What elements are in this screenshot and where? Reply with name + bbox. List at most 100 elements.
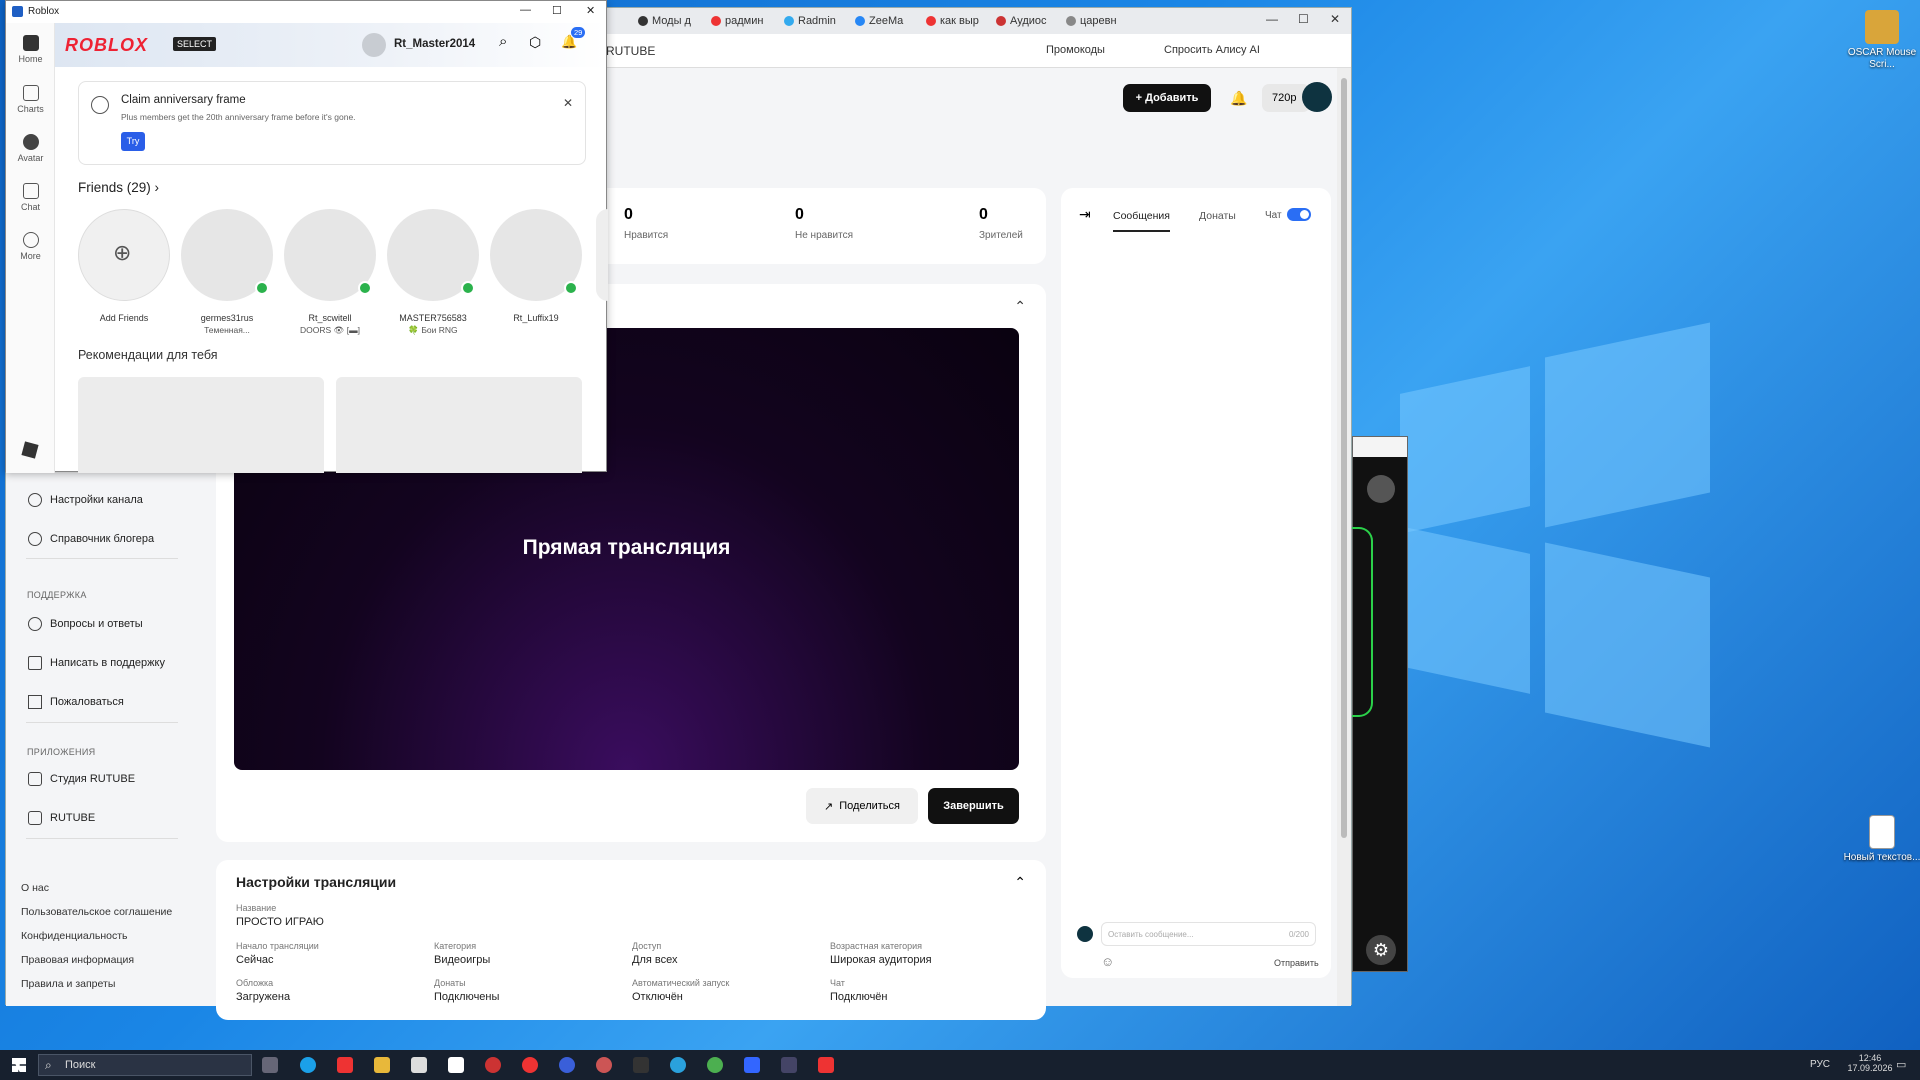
app-icon[interactable] [485,1057,501,1073]
minimize-icon[interactable]: — [520,4,531,16]
tab-donations[interactable]: Донаты [1199,210,1236,222]
maximize-icon[interactable]: ☐ [1298,12,1309,26]
url-text[interactable]: RUTUBE [606,44,655,58]
sidebar-item-channel-settings[interactable]: Настройки канала [28,493,143,507]
widget-green-bar [1351,527,1373,717]
nav-home[interactable]: Home [6,35,55,64]
avatar[interactable] [1302,82,1332,112]
friend-item[interactable]: germes31rus Теменная... [181,209,273,335]
browser-tab[interactable]: как выр [926,12,988,30]
app-icon[interactable] [781,1057,797,1073]
sidebar-item-studio[interactable]: Студия RUTUBE [28,772,135,786]
tab-messages[interactable]: Сообщения [1113,210,1170,232]
recommendation-tile[interactable] [336,377,582,473]
footer-link-rules[interactable]: Правила и запреты [21,978,115,990]
yandex-icon[interactable] [818,1057,834,1073]
desktop-icon-text-file[interactable]: Новый текстов... [1842,815,1920,864]
epic-games-icon[interactable] [633,1057,649,1073]
promo-button[interactable]: Промокоды [1046,44,1105,56]
widget-app-icon[interactable] [1367,475,1395,503]
close-icon[interactable]: ✕ [1330,12,1340,26]
language-indicator[interactable]: РУС [1810,1059,1830,1070]
gear-icon[interactable]: ⚙ [1366,935,1396,965]
collapse-chevron-icon[interactable]: ⌃ [1014,298,1026,315]
start-icon[interactable] [12,1058,26,1072]
chat-toggle[interactable] [1287,208,1311,221]
friends-title[interactable]: Friends (29) › [78,180,159,195]
emoji-icon[interactable]: ☺ [1101,954,1114,969]
finish-button[interactable]: Завершить [928,788,1019,824]
browser-tab[interactable]: радмин [711,12,773,30]
oscar-app-icon [1865,10,1899,44]
bell-icon[interactable]: 🔔 [1230,90,1247,107]
recommendation-tile[interactable] [78,377,324,473]
search-icon: ⌕ [45,1058,52,1072]
footer-link-legal[interactable]: Правовая информация [21,954,134,966]
try-button[interactable]: Try [121,132,145,151]
share-button[interactable]: ↗ Поделиться [806,788,918,824]
ask-alice-button[interactable]: Спросить Алису AI [1164,44,1260,56]
edge-icon[interactable] [300,1057,316,1073]
roblox-taskbar-icon[interactable] [744,1057,760,1073]
footer-link-terms[interactable]: Пользовательское соглашение [21,906,172,918]
friend-add[interactable]: ⊕ Add Friends [78,209,170,323]
footer-link-privacy[interactable]: Конфиденциальность [21,930,128,942]
yandex-icon[interactable] [337,1057,353,1073]
friend-item[interactable]: MASTER756583 🍀 Бои RNG [387,209,479,336]
roblox-logo-icon[interactable] [21,441,39,459]
browser-tab[interactable]: Radmin [784,12,846,30]
page-scrollbar[interactable] [1337,68,1351,1006]
send-button[interactable]: Отправить [1274,958,1319,968]
friend-item[interactable]: Rt_scwitell DOORS 👁 [▬] [284,209,376,336]
footer-link-about[interactable]: О нас [21,882,49,894]
nav-charts[interactable]: Charts [6,85,55,114]
collapse-chevron-icon[interactable]: ⌃ [1014,874,1026,891]
desktop-icon-oscar[interactable]: OSCAR Mouse Scri... [1842,10,1920,70]
sidebar-section-apps: ПРИЛОЖЕНИЯ [27,747,96,757]
add-user-icon: ⊕ [113,240,132,265]
message-input[interactable]: Оставить сообщение... 0/200 [1101,922,1316,946]
close-icon[interactable]: ✕ [563,96,573,110]
explorer-icon[interactable] [374,1057,390,1073]
telegram-icon[interactable] [670,1057,686,1073]
chrome-icon[interactable] [707,1057,723,1073]
robux-icon[interactable]: ⬡ [529,34,541,51]
sidebar-item-blogger-guide[interactable]: Справочник блогера [28,532,154,546]
search-icon[interactable]: ⌕ [499,33,507,50]
taskbar-search[interactable]: ⌕ Поиск [38,1054,252,1076]
app-icon[interactable] [559,1057,575,1073]
clock[interactable]: 12:46 17.09.2026 [1845,1053,1895,1073]
collapse-panel-icon[interactable]: ⇥ [1079,206,1091,223]
sidebar-item-report[interactable]: Пожаловаться [28,695,124,709]
nav-more[interactable]: More [6,232,55,261]
task-view-icon[interactable] [262,1057,278,1073]
sidebar-item-support[interactable]: Написать в поддержку [28,656,165,670]
setting-donations: Донаты Подключены [434,978,500,1003]
mail-icon[interactable] [411,1057,427,1073]
username-label[interactable]: Rt_Master2014 [394,38,475,50]
close-icon[interactable]: ✕ [586,4,595,17]
setting-category: Категория Видеоигры [434,941,491,966]
app-icon[interactable] [448,1057,464,1073]
windows-logo-pane [1545,542,1710,748]
notification-icon[interactable]: ▭ [1896,1058,1906,1071]
floating-widget-window: ⚙ [1351,436,1408,972]
recommendations-title: Рекомендации для тебя [78,348,218,362]
sidebar-item-rutube[interactable]: RUTUBE [28,811,95,825]
sidebar-item-faq[interactable]: Вопросы и ответы [28,617,143,631]
browser-tab[interactable]: Аудиос [996,12,1058,30]
avatar[interactable] [362,33,386,57]
maximize-icon[interactable]: ☐ [552,4,562,17]
nav-avatar[interactable]: Avatar [6,134,55,163]
minimize-icon[interactable]: — [1266,12,1278,26]
browser-tab[interactable]: царевн [1066,12,1128,30]
notification-count: 29 [571,27,586,38]
add-button[interactable]: + Добавить [1123,84,1211,112]
app-icon[interactable] [596,1057,612,1073]
nav-chat[interactable]: Chat [6,183,55,212]
roblox-logo[interactable]: ROBLOX [65,35,148,56]
friend-item[interactable]: Rt_Luffix19 [490,209,582,323]
yandex-browser-icon[interactable] [522,1057,538,1073]
browser-tab[interactable]: Моды д [638,12,700,30]
browser-tab[interactable]: ZeeMa [855,12,917,30]
